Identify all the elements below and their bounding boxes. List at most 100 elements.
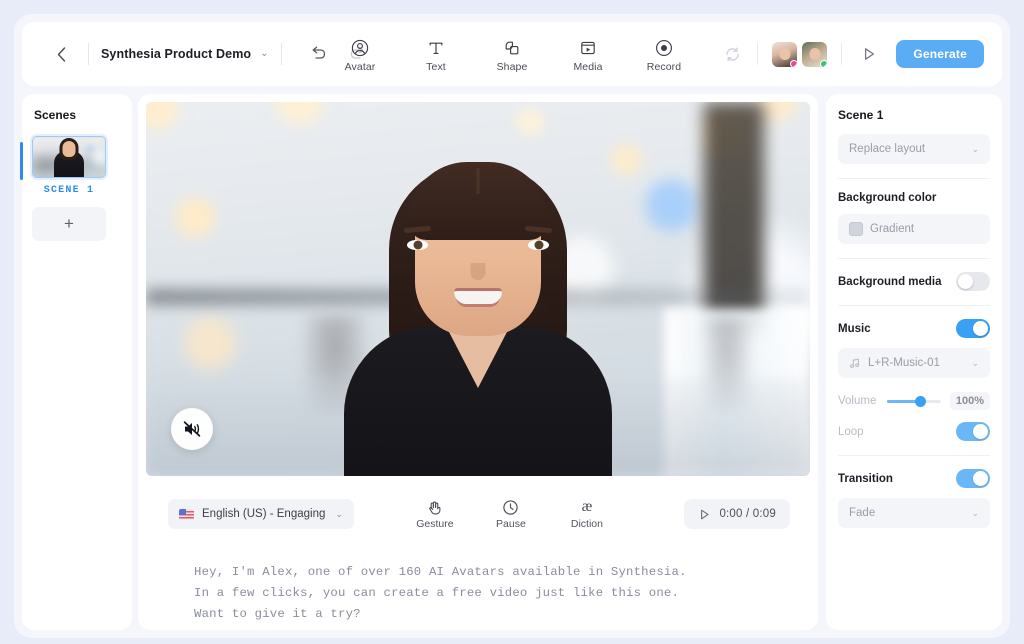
language-voice-label: English (US) - Engaging [202, 508, 325, 520]
toggle-knob [973, 471, 988, 486]
music-note-icon [849, 357, 861, 369]
music-track-label: L+R-Music-01 [868, 357, 964, 369]
script-line: Hey, I'm Alex, one of over 160 AI Avatar… [194, 562, 780, 583]
language-voice-dropdown[interactable]: English (US) - Engaging ⌄ [168, 499, 354, 529]
script-line: Want to give it a try? [194, 604, 780, 625]
speaker-muted-icon [182, 419, 202, 439]
preview-button[interactable] [856, 41, 882, 67]
chevron-down-icon: ⌄ [971, 508, 979, 519]
avatar-torso [344, 326, 612, 476]
app-window: Synthesia Product Demo ⌄ [14, 14, 1010, 638]
header-divider [88, 43, 89, 65]
gradient-dropdown[interactable]: Gradient [838, 214, 990, 244]
chevron-left-icon [57, 47, 66, 62]
media-icon [579, 38, 597, 58]
sync-icon[interactable] [721, 43, 743, 65]
script-toolbar: English (US) - Engaging ⌄ Gesture [146, 488, 810, 540]
toggle-knob [958, 274, 973, 289]
scenes-sidebar: Scenes SCENE 1 + [22, 94, 132, 630]
scene-thumbnail[interactable] [32, 136, 106, 178]
diction-button[interactable]: æ Diction [564, 498, 610, 530]
properties-panel: Scene 1 Replace layout ⌄ Background colo… [826, 94, 1002, 630]
gradient-label: Gradient [870, 223, 979, 235]
header-right-cluster: Generate [721, 40, 1002, 68]
transition-row: Transition [838, 469, 990, 488]
tool-media[interactable]: Media [562, 36, 614, 73]
record-icon [655, 38, 673, 58]
chevron-down-icon: ⌄ [260, 49, 268, 59]
divider [838, 258, 990, 259]
loop-toggle[interactable] [956, 422, 990, 441]
tool-shape[interactable]: Shape [486, 36, 538, 73]
status-badge [820, 60, 827, 67]
transition-type-dropdown[interactable]: Fade ⌄ [838, 498, 990, 528]
generate-button[interactable]: Generate [896, 40, 984, 68]
background-media-row: Background media [838, 272, 990, 291]
tool-avatar-label: Avatar [345, 61, 376, 73]
avatar[interactable] [772, 42, 797, 67]
volume-slider[interactable] [887, 394, 941, 408]
chevron-down-icon: ⌄ [971, 144, 979, 155]
background-color-label: Background color [838, 192, 936, 204]
ae-ligature-icon: æ [582, 498, 593, 516]
play-triangle-icon [861, 46, 877, 62]
back-button[interactable] [46, 39, 76, 69]
undo-button[interactable] [308, 44, 328, 64]
timecode-label: 0:00 / 0:09 [719, 508, 776, 520]
volume-label: Volume [838, 395, 878, 407]
script-line: In a few clicks, you can create a free v… [194, 583, 780, 604]
insert-toolbar: Avatar Text [334, 36, 690, 73]
music-row: Music [838, 319, 990, 338]
volume-row: Volume 100% [838, 392, 990, 410]
avatar-hair-part [477, 168, 480, 194]
avatar[interactable] [802, 42, 827, 67]
scene-item-1[interactable]: SCENE 1 [32, 136, 122, 196]
color-swatch [849, 222, 863, 236]
divider [838, 305, 990, 306]
tool-avatar[interactable]: Avatar [334, 36, 386, 73]
shape-icon [503, 38, 521, 58]
scenes-title: Scenes [32, 108, 122, 122]
pause-button[interactable]: Pause [488, 498, 534, 530]
replace-layout-dropdown[interactable]: Replace layout ⌄ [838, 134, 990, 164]
music-label: Music [838, 323, 871, 335]
transition-label: Transition [838, 473, 893, 485]
undo-icon [308, 44, 328, 64]
music-toggle[interactable] [956, 319, 990, 338]
music-track-dropdown[interactable]: L+R-Music-01 ⌄ [838, 348, 990, 378]
mute-button[interactable] [171, 408, 213, 450]
document-title: Synthesia Product Demo [101, 47, 251, 61]
tool-text[interactable]: Text [410, 36, 462, 73]
gesture-label: Gesture [416, 518, 453, 530]
script-editor[interactable]: Hey, I'm Alex, one of over 160 AI Avatar… [146, 540, 810, 630]
divider [838, 455, 990, 456]
scene-label: SCENE 1 [32, 185, 106, 196]
background-color-row: Background color [838, 192, 990, 204]
tool-record[interactable]: Record [638, 36, 690, 73]
transition-type-label: Fade [849, 507, 964, 519]
add-scene-button[interactable]: + [32, 207, 106, 241]
status-badge [790, 60, 797, 67]
header-divider-3 [757, 43, 758, 65]
divider [838, 178, 990, 179]
document-title-dropdown[interactable]: Synthesia Product Demo ⌄ [101, 47, 269, 61]
background-media-toggle[interactable] [956, 272, 990, 291]
tool-media-label: Media [573, 61, 602, 73]
gesture-button[interactable]: Gesture [412, 498, 458, 530]
slider-thumb[interactable] [915, 396, 926, 407]
properties-title: Scene 1 [838, 108, 990, 122]
avatar-face [809, 48, 820, 60]
playback-timecode[interactable]: 0:00 / 0:09 [684, 499, 790, 529]
transition-toggle[interactable] [956, 469, 990, 488]
header-divider-2 [281, 43, 282, 65]
tool-record-label: Record [647, 61, 681, 73]
editor-stage: English (US) - Engaging ⌄ Gesture [138, 94, 818, 630]
clock-icon [502, 498, 519, 516]
chevron-down-icon: ⌄ [971, 358, 979, 369]
replace-layout-label: Replace layout [849, 143, 964, 155]
thumbnail-person-face [63, 141, 76, 157]
avatar-eye-right [528, 240, 549, 250]
video-canvas[interactable] [146, 102, 810, 476]
pause-label: Pause [496, 518, 526, 530]
tool-text-label: Text [426, 61, 446, 73]
